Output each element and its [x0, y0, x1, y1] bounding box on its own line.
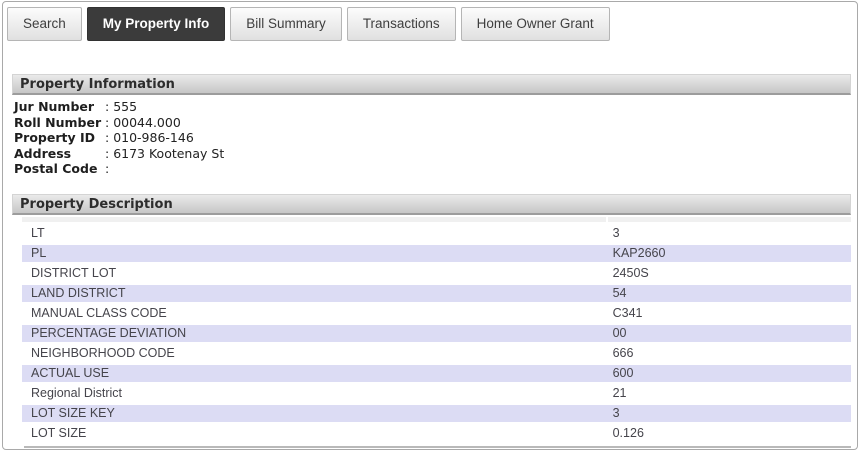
- table-header-label-cell: [22, 217, 606, 222]
- row-value: KAP2660: [606, 245, 851, 262]
- tab-search[interactable]: Search: [7, 7, 82, 41]
- row-label: LOT SIZE: [22, 425, 606, 442]
- tab-bar: Search My Property Info Bill Summary Tra…: [7, 7, 852, 41]
- table-header-row: [22, 217, 851, 222]
- row-label: LAND DISTRICT: [22, 285, 606, 302]
- table-row: DISTRICT LOT 2450S: [22, 265, 851, 282]
- info-field-value: 555: [105, 99, 137, 114]
- row-value: 21: [606, 385, 851, 402]
- tab-my-property-info[interactable]: My Property Info: [87, 7, 226, 41]
- row-value: 3: [606, 405, 851, 422]
- info-field: Address6173 Kootenay St: [14, 146, 851, 162]
- row-value: 3: [606, 225, 851, 242]
- table-header-value-cell: [608, 217, 851, 222]
- row-label: ACTUAL USE: [22, 365, 606, 382]
- row-label: PERCENTAGE DEVIATION: [22, 325, 606, 342]
- info-field: Roll Number00044.000: [14, 115, 851, 131]
- table-row: PERCENTAGE DEVIATION 00: [22, 325, 851, 342]
- row-label: Regional District: [22, 385, 606, 402]
- row-value: 00: [606, 325, 851, 342]
- tab-home-owner-grant[interactable]: Home Owner Grant: [461, 7, 610, 41]
- info-field: Property ID010-986-146: [14, 130, 851, 146]
- content-area: Property Information Jur Number555 Roll …: [3, 74, 857, 448]
- row-label: DISTRICT LOT: [22, 265, 606, 282]
- page: Search My Property Info Bill Summary Tra…: [2, 1, 858, 450]
- info-field-value: 00044.000: [105, 115, 181, 130]
- row-value: 600: [606, 365, 851, 382]
- property-description-table: LT 3 PL KAP2660 DISTRICT LOT 2450S: [22, 217, 851, 442]
- row-value: C341: [606, 305, 851, 322]
- info-field: Postal Code: [14, 161, 851, 177]
- table-row: ACTUAL USE 600: [22, 365, 851, 382]
- info-field-label: Postal Code: [14, 161, 105, 177]
- row-value: 666: [606, 345, 851, 362]
- tab-transactions[interactable]: Transactions: [347, 7, 456, 41]
- table-row: LOT SIZE KEY 3: [22, 405, 851, 422]
- row-label: LT: [22, 225, 606, 242]
- info-field-label: Property ID: [14, 130, 105, 146]
- table-body: LT 3 PL KAP2660 DISTRICT LOT 2450S: [22, 225, 851, 442]
- table-row: NEIGHBORHOOD CODE 666: [22, 345, 851, 362]
- table-row: Regional District 21: [22, 385, 851, 402]
- table-row: LAND DISTRICT 54: [22, 285, 851, 302]
- table-row: PL KAP2660: [22, 245, 851, 262]
- property-description-header: Property Description: [12, 194, 851, 215]
- info-field-label: Jur Number: [14, 99, 105, 115]
- property-information-header: Property Information: [12, 74, 851, 95]
- info-field-label: Roll Number: [14, 115, 105, 131]
- info-field-label: Address: [14, 146, 105, 162]
- row-value: 0.126: [606, 425, 851, 442]
- row-label: PL: [22, 245, 606, 262]
- next-section-divider: [24, 446, 851, 448]
- row-value: 54: [606, 285, 851, 302]
- row-label: LOT SIZE KEY: [22, 405, 606, 422]
- info-field: Jur Number555: [14, 99, 851, 115]
- tab-bill-summary[interactable]: Bill Summary: [230, 7, 342, 41]
- info-field-value: 6173 Kootenay St: [105, 146, 224, 161]
- property-information-block: Jur Number555 Roll Number00044.000 Prope…: [14, 99, 851, 177]
- table-row: MANUAL CLASS CODE C341: [22, 305, 851, 322]
- table-row: LT 3: [22, 225, 851, 242]
- row-label: MANUAL CLASS CODE: [22, 305, 606, 322]
- info-field-value: [105, 161, 113, 176]
- row-value: 2450S: [606, 265, 851, 282]
- info-field-value: 010-986-146: [105, 130, 194, 145]
- row-label: NEIGHBORHOOD CODE: [22, 345, 606, 362]
- table-row: LOT SIZE 0.126: [22, 425, 851, 442]
